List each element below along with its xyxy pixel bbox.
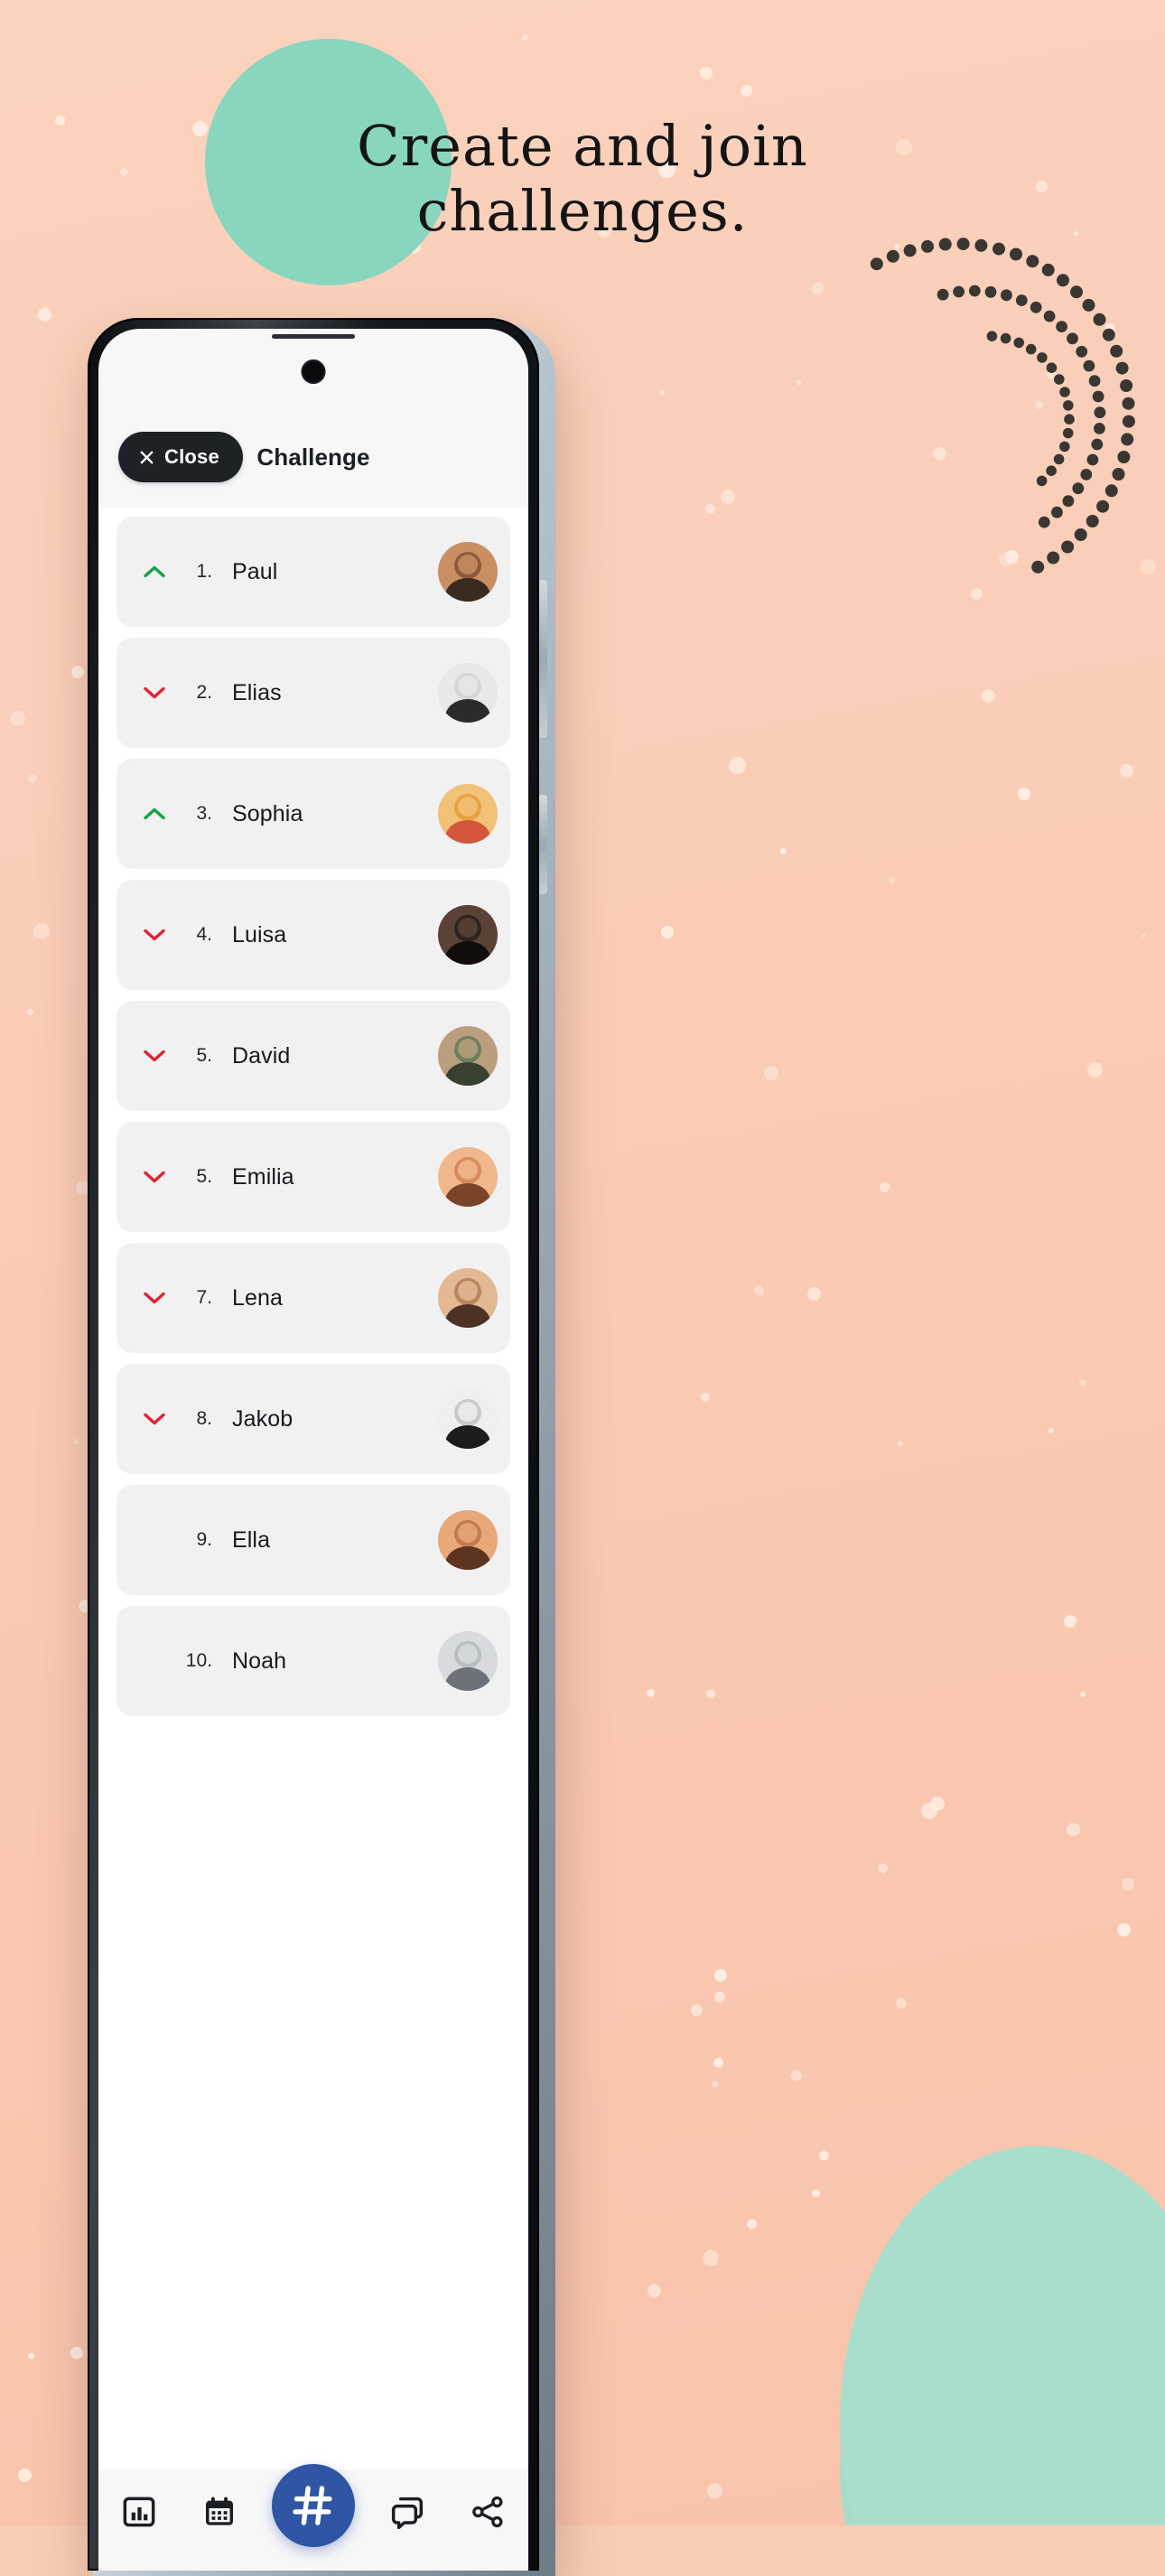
participant-name: Noah <box>232 1647 287 1674</box>
challenge-leaderboard-list[interactable]: 1. Paul 2. Elias 3. Sophia 4. Luisa 5. David 5. Emi… <box>98 508 528 2469</box>
dotted-spiral-decoration <box>870 238 1135 574</box>
rank-number: 8. <box>196 1408 212 1429</box>
avatar <box>438 1026 498 1086</box>
rank-number: 4. <box>196 924 212 945</box>
nav-challenge-fab[interactable] <box>271 2464 355 2547</box>
rank-number: 1. <box>196 561 212 582</box>
nav-statistics-button[interactable] <box>111 2484 167 2540</box>
hashtag-icon <box>293 2486 332 2525</box>
avatar <box>438 905 498 965</box>
rank-number: 3. <box>196 803 212 824</box>
nav-calendar-button[interactable] <box>191 2484 247 2540</box>
avatar <box>438 1268 498 1328</box>
table-row[interactable]: 8. Jakob <box>116 1364 510 1474</box>
trend-indicator <box>135 1290 174 1306</box>
headline-line-2: challenges. <box>416 177 749 244</box>
rank-number: 5. <box>196 1045 212 1066</box>
nav-chat-button[interactable] <box>379 2484 435 2540</box>
trend-indicator <box>135 564 174 580</box>
table-row[interactable]: 10. Noah <box>116 1606 510 1716</box>
table-row[interactable]: 5. Emilia <box>116 1122 510 1232</box>
front-camera <box>301 359 326 384</box>
close-button[interactable]: Close <box>118 432 243 482</box>
app-header: Close Challenge <box>98 412 528 502</box>
trend-indicator <box>135 685 174 701</box>
trend-indicator <box>135 927 174 943</box>
participant-name: David <box>232 1042 291 1069</box>
chevron-up-icon <box>144 807 165 820</box>
nav-share-button[interactable] <box>460 2484 516 2540</box>
participant-name: Emilia <box>232 1163 294 1190</box>
chevron-down-icon <box>144 686 165 699</box>
bottom-navigation-bar <box>98 2464 528 2571</box>
avatar <box>438 1389 498 1449</box>
avatar <box>438 784 498 844</box>
bar-chart-icon <box>123 2497 155 2527</box>
participant-name: Elias <box>232 679 282 705</box>
table-row[interactable]: 7. Lena <box>116 1243 510 1353</box>
chevron-down-icon <box>144 1050 165 1062</box>
trend-indicator <box>135 1411 174 1427</box>
participant-name: Luisa <box>232 921 287 947</box>
rank-number: 5. <box>196 1166 212 1187</box>
table-row[interactable]: 5. David <box>116 1001 510 1111</box>
trend-indicator <box>135 1048 174 1064</box>
chevron-up-icon <box>144 565 165 578</box>
avatar <box>438 663 498 723</box>
trend-indicator <box>135 806 174 822</box>
rank-number: 9. <box>196 1529 212 1550</box>
phone-screen: Close Challenge 1. Paul 2. Elias 3. Sophia 4. L… <box>98 329 528 2571</box>
rank-number: 7. <box>196 1287 212 1308</box>
phone-mockup: Close Challenge 1. Paul 2. Elias 3. Sophia 4. L… <box>88 318 555 2576</box>
table-row[interactable]: 3. Sophia <box>116 759 510 869</box>
chevron-down-icon <box>144 1171 165 1183</box>
chevron-down-icon <box>144 1413 165 1425</box>
participant-name: Ella <box>232 1526 271 1553</box>
headline-line-1: Create and join <box>357 113 808 179</box>
close-button-label: Close <box>164 445 219 468</box>
avatar <box>438 1510 498 1570</box>
table-row[interactable]: 1. Paul <box>116 517 510 627</box>
volume-button[interactable] <box>539 580 547 738</box>
phone-body: Close Challenge 1. Paul 2. Elias 3. Sophia 4. L… <box>88 318 547 2571</box>
chat-bubble-icon <box>392 2497 424 2530</box>
avatar <box>438 1147 498 1207</box>
trend-indicator <box>135 1169 174 1185</box>
promo-headline: Create and join challenges. <box>0 114 1165 244</box>
participant-name: Lena <box>232 1284 284 1311</box>
earpiece-speaker <box>272 334 355 339</box>
chevron-down-icon <box>144 929 165 941</box>
avatar <box>438 542 498 602</box>
calendar-icon <box>205 2497 233 2525</box>
rank-number: 2. <box>196 682 212 703</box>
avatar <box>438 1631 498 1691</box>
participant-name: Sophia <box>232 800 303 826</box>
participant-name: Jakob <box>232 1405 294 1432</box>
chevron-down-icon <box>144 1292 165 1304</box>
table-row[interactable]: 2. Elias <box>116 638 510 748</box>
share-icon <box>472 2496 503 2528</box>
close-x-icon <box>140 451 154 463</box>
table-row[interactable]: 4. Luisa <box>116 880 510 990</box>
power-button[interactable] <box>539 795 547 894</box>
table-row[interactable]: 9. Ella <box>116 1485 510 1595</box>
rank-number: 10. <box>185 1650 212 1671</box>
participant-name: Paul <box>232 558 278 584</box>
